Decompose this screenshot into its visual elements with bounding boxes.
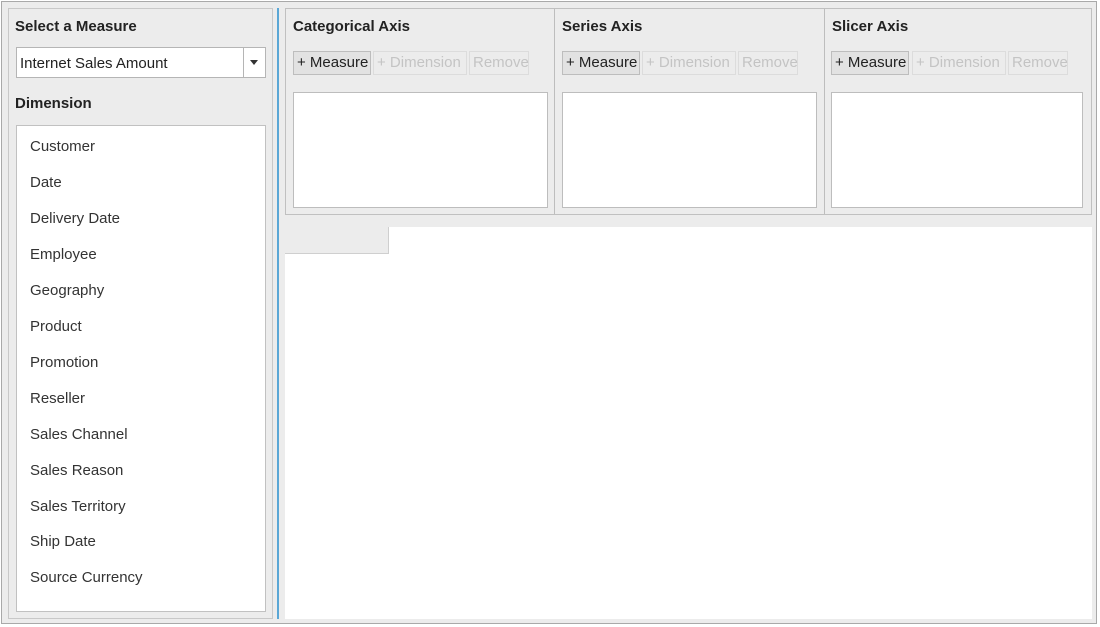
series-axis: Series Axis + Measure + Dimension Remove bbox=[554, 9, 824, 214]
dimension-item-promotion[interactable]: Promotion bbox=[30, 352, 255, 374]
dimension-item-sales-reason[interactable]: Sales Reason bbox=[30, 460, 255, 482]
measure-select[interactable]: Internet Sales Amount bbox=[16, 47, 266, 78]
chart-tab[interactable] bbox=[285, 227, 389, 254]
dimension-item-source-currency[interactable]: Source Currency bbox=[30, 567, 255, 589]
dimension-item-employee[interactable]: Employee bbox=[30, 244, 255, 266]
dimension-item-reseller[interactable]: Reseller bbox=[30, 388, 255, 410]
chevron-down-icon bbox=[250, 60, 258, 65]
slicer-remove-button[interactable]: Remove bbox=[1008, 51, 1068, 75]
dimension-item-geography[interactable]: Geography bbox=[30, 280, 255, 302]
slicer-axis-title: Slicer Axis bbox=[832, 18, 909, 35]
dimension-item-product[interactable]: Product bbox=[30, 316, 255, 338]
dimension-item-ship-date[interactable]: Ship Date bbox=[30, 531, 255, 553]
dimension-item-date[interactable]: Date bbox=[30, 172, 255, 194]
dimension-item-sales-territory[interactable]: Sales Territory bbox=[30, 496, 255, 518]
series-axis-drop-list[interactable] bbox=[562, 92, 817, 208]
measure-select-value: Internet Sales Amount bbox=[20, 55, 168, 72]
dimension-item-delivery-date[interactable]: Delivery Date bbox=[30, 208, 255, 230]
categorical-axis: Categorical Axis + Measure + Dimension R… bbox=[286, 9, 554, 214]
slicer-axis: Slicer Axis + Measure + Dimension Remove bbox=[824, 9, 1091, 214]
dimension-item-sales-channel[interactable]: Sales Channel bbox=[30, 424, 255, 446]
categorical-axis-drop-list[interactable] bbox=[293, 92, 548, 208]
dimension-item-customer[interactable]: Customer bbox=[30, 136, 255, 158]
panel-splitter[interactable] bbox=[277, 8, 279, 619]
chart-area[interactable] bbox=[285, 227, 1092, 619]
categorical-add-dimension-button[interactable]: + Dimension bbox=[373, 51, 467, 75]
categorical-remove-button[interactable]: Remove bbox=[469, 51, 529, 75]
series-add-measure-button[interactable]: + Measure bbox=[562, 51, 640, 75]
slicer-add-dimension-button[interactable]: + Dimension bbox=[912, 51, 1006, 75]
categorical-add-measure-button[interactable]: + Measure bbox=[293, 51, 371, 75]
slicer-add-measure-button[interactable]: + Measure bbox=[831, 51, 909, 75]
dimension-list[interactable]: Customer Date Delivery Date Employee Geo… bbox=[16, 125, 266, 612]
slicer-axis-drop-list[interactable] bbox=[831, 92, 1083, 208]
series-axis-title: Series Axis bbox=[562, 18, 643, 35]
measure-dropdown-button[interactable] bbox=[243, 48, 265, 77]
categorical-axis-title: Categorical Axis bbox=[293, 18, 410, 35]
measure-heading: Select a Measure bbox=[15, 18, 137, 35]
left-panel: Select a Measure Internet Sales Amount D… bbox=[8, 8, 273, 619]
series-add-dimension-button[interactable]: + Dimension bbox=[642, 51, 736, 75]
dimension-heading: Dimension bbox=[15, 95, 92, 112]
axes-panel: Categorical Axis + Measure + Dimension R… bbox=[285, 8, 1092, 215]
series-remove-button[interactable]: Remove bbox=[738, 51, 798, 75]
